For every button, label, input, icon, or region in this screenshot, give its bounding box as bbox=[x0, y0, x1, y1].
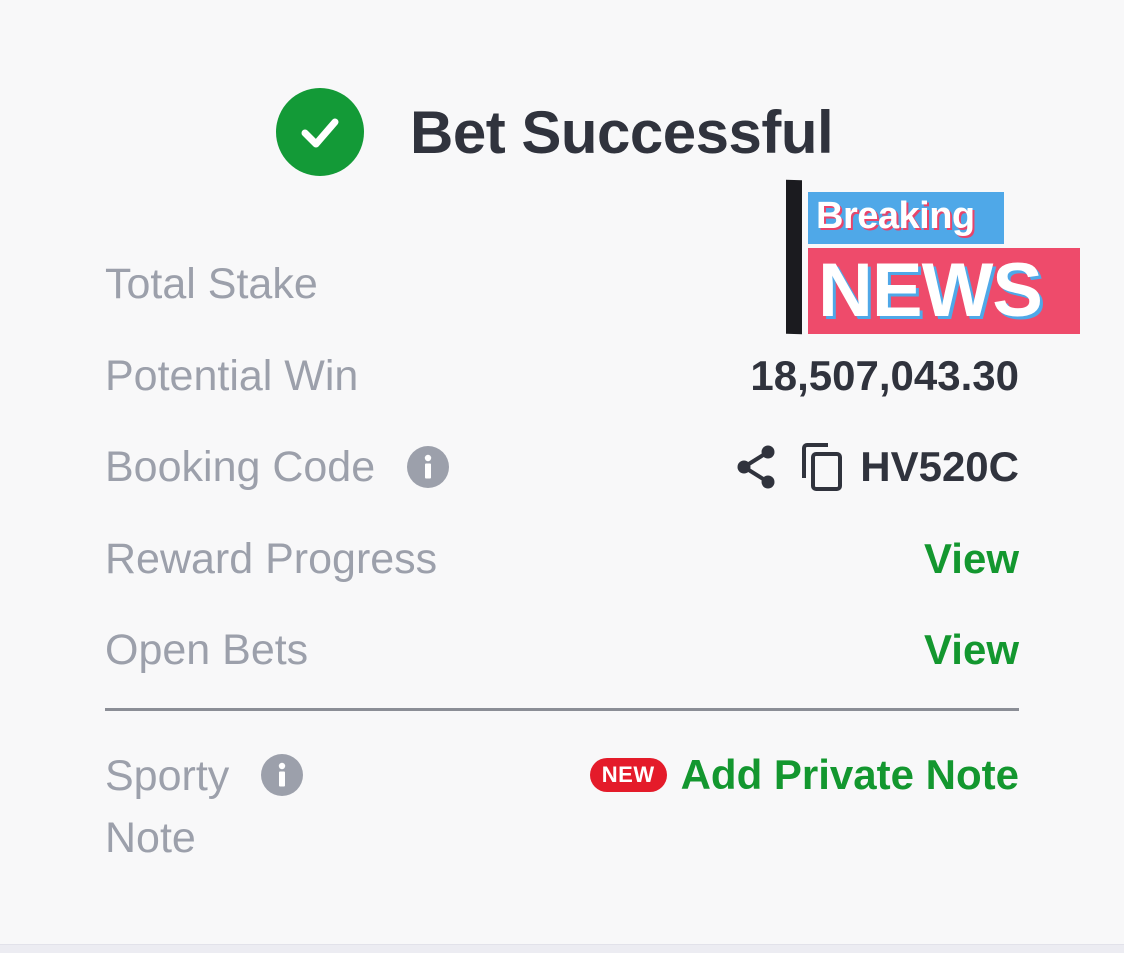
note-info-icon[interactable] bbox=[261, 753, 304, 796]
reward-progress-view-link[interactable]: View bbox=[924, 535, 1019, 583]
booking-code-label: Booking Code bbox=[105, 442, 376, 491]
reward-progress-label: Reward Progress bbox=[105, 534, 438, 583]
add-private-note-link[interactable]: Add Private Note bbox=[681, 751, 1019, 799]
share-icon[interactable] bbox=[734, 443, 778, 491]
new-badge: NEW bbox=[589, 758, 667, 792]
add-private-note-group: NEW Add Private Note bbox=[589, 745, 1019, 805]
sporty-note-label-line2: Note bbox=[105, 814, 196, 862]
panel-bottom-edge bbox=[0, 944, 1124, 953]
page-title: Bet Successful bbox=[410, 98, 834, 166]
potential-win-row: Potential Win 18,507,043.30 bbox=[105, 346, 1019, 406]
success-header: Bet Successful bbox=[276, 88, 834, 176]
open-bets-row: Open Bets View bbox=[105, 620, 1019, 680]
check-circle-icon bbox=[276, 88, 364, 176]
booking-code-value[interactable]: HV520C bbox=[860, 443, 1019, 491]
sporty-note-label-line1: Sporty bbox=[105, 752, 230, 800]
booking-code-label-group: Booking Code bbox=[105, 442, 450, 492]
copy-icon[interactable] bbox=[800, 442, 844, 492]
total-stake-row: Total Stake bbox=[105, 254, 1019, 314]
booking-code-row: Booking Code HV520C bbox=[105, 437, 1019, 497]
total-stake-label: Total Stake bbox=[105, 259, 318, 308]
news-sticker-breaking: Breaking bbox=[808, 192, 1004, 244]
booking-code-value-group: HV520C bbox=[734, 442, 1019, 492]
open-bets-label: Open Bets bbox=[105, 625, 309, 674]
potential-win-value: 18,507,043.30 bbox=[750, 352, 1019, 399]
potential-win-label: Potential Win bbox=[105, 351, 359, 400]
reward-progress-row: Reward Progress View bbox=[105, 529, 1019, 589]
open-bets-view-link[interactable]: View bbox=[924, 626, 1019, 674]
sporty-note-label: Sporty Note bbox=[105, 745, 345, 869]
info-icon[interactable] bbox=[407, 446, 450, 488]
divider bbox=[105, 708, 1019, 711]
